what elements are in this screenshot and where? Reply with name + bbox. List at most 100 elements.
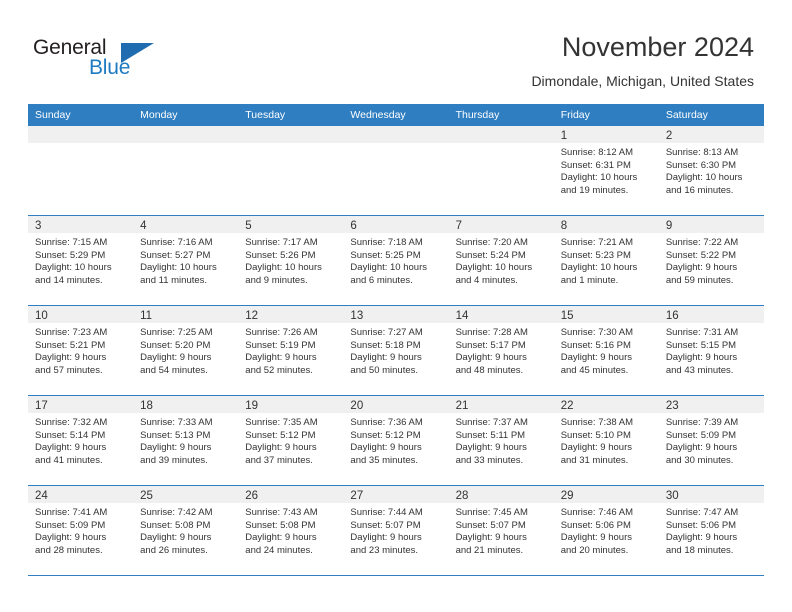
daylight-line-2: and 11 minutes. <box>140 274 208 286</box>
day-cell[interactable]: 1 Sunrise: 8:12 AM Sunset: 6:31 PM Daylight… <box>553 126 659 215</box>
sunset-line: Sunset: 5:17 PM <box>455 339 526 351</box>
day-cell-empty <box>238 126 344 215</box>
day-info: Sunrise: 7:33 AM Sunset: 5:13 PM Daylight:… <box>133 413 238 467</box>
day-cell[interactable]: 24 Sunrise: 7:41 AM Sunset: 5:09 PM Dayligh… <box>28 486 134 575</box>
day-number-band <box>133 126 239 143</box>
day-cell[interactable]: 16 Sunrise: 7:31 AM Sunset: 5:15 PM Dayligh… <box>658 306 764 395</box>
weekday-header-wednesday: Wednesday <box>350 109 406 121</box>
daylight-line-1: Daylight: 9 hours <box>455 532 527 544</box>
day-number-band: 7 <box>448 216 554 233</box>
day-cell[interactable]: 22 Sunrise: 7:38 AM Sunset: 5:10 PM Dayligh… <box>553 396 659 485</box>
daylight-line-2: and 41 minutes. <box>35 454 103 466</box>
day-number-band: 9 <box>658 216 764 233</box>
day-number-band: 1 <box>553 126 659 143</box>
day-cell[interactable]: 25 Sunrise: 7:42 AM Sunset: 5:08 PM Dayligh… <box>133 486 239 575</box>
day-cell[interactable]: 20 Sunrise: 7:36 AM Sunset: 5:12 PM Dayligh… <box>343 396 449 485</box>
day-info: Sunrise: 7:45 AM Sunset: 5:07 PM Daylight:… <box>449 503 554 557</box>
day-cell[interactable]: 28 Sunrise: 7:45 AM Sunset: 5:07 PM Dayligh… <box>448 486 554 575</box>
sunset-line: Sunset: 5:12 PM <box>350 429 421 441</box>
sunset-line: Sunset: 6:30 PM <box>665 159 737 171</box>
day-number-band: 2 <box>658 126 764 143</box>
day-cell[interactable]: 15 Sunrise: 7:30 AM Sunset: 5:16 PM Dayligh… <box>553 306 659 395</box>
day-number: 11 <box>140 310 153 322</box>
day-cell[interactable]: 27 Sunrise: 7:44 AM Sunset: 5:07 PM Dayligh… <box>343 486 449 575</box>
day-number: 27 <box>350 490 364 502</box>
day-number-band: 30 <box>658 486 764 503</box>
day-number: 22 <box>560 400 574 412</box>
page-header: General Blue November 2024 Dimondale, Mi… <box>0 0 792 104</box>
sunset-line: Sunset: 5:23 PM <box>560 249 631 261</box>
daylight-line-2: and 37 minutes. <box>245 454 313 466</box>
daylight-line-1: Daylight: 10 hours <box>140 262 217 274</box>
daylight-line-2: and 4 minutes. <box>455 274 518 286</box>
day-number-band: 6 <box>343 216 449 233</box>
daylight-line-2: and 48 minutes. <box>455 364 524 376</box>
calendar-page: General Blue November 2024 Dimondale, Mi… <box>0 0 792 612</box>
sunset-line: Sunset: 5:09 PM <box>665 429 737 441</box>
day-cell[interactable]: 19 Sunrise: 7:35 AM Sunset: 5:12 PM Dayligh… <box>238 396 344 485</box>
sunrise-line: Sunrise: 7:27 AM <box>350 327 423 338</box>
day-info: Sunrise: 7:28 AM Sunset: 5:17 PM Daylight:… <box>449 323 554 377</box>
day-number-band: 22 <box>553 396 659 413</box>
day-cell[interactable]: 17 Sunrise: 7:32 AM Sunset: 5:14 PM Dayligh… <box>28 396 134 485</box>
day-cell[interactable]: 26 Sunrise: 7:43 AM Sunset: 5:08 PM Dayligh… <box>238 486 344 575</box>
day-info: Sunrise: 7:30 AM Sunset: 5:16 PM Daylight:… <box>554 323 659 377</box>
day-cell[interactable]: 2 Sunrise: 8:13 AM Sunset: 6:30 PM Daylight… <box>658 126 764 215</box>
day-cell[interactable]: 9 Sunrise: 7:22 AM Sunset: 5:22 PM Daylight… <box>658 216 764 305</box>
daylight-line-1: Daylight: 10 hours <box>560 172 638 184</box>
sunrise-line: Sunrise: 7:47 AM <box>665 507 739 518</box>
day-cell[interactable]: 21 Sunrise: 7:37 AM Sunset: 5:11 PM Dayligh… <box>448 396 554 485</box>
sunrise-line: Sunrise: 7:31 AM <box>665 327 739 338</box>
day-number: 17 <box>35 400 48 412</box>
daylight-line-1: Daylight: 9 hours <box>665 352 738 364</box>
general-blue-logo[interactable]: General Blue <box>33 36 213 84</box>
sunset-line: Sunset: 5:27 PM <box>140 249 211 261</box>
day-cell[interactable]: 4 Sunrise: 7:16 AM Sunset: 5:27 PM Daylight… <box>133 216 239 305</box>
day-cell[interactable]: 12 Sunrise: 7:26 AM Sunset: 5:19 PM Dayligh… <box>238 306 344 395</box>
daylight-line-1: Daylight: 9 hours <box>665 532 738 544</box>
sunrise-line: Sunrise: 7:20 AM <box>455 237 528 248</box>
sunset-line: Sunset: 5:22 PM <box>665 249 737 261</box>
day-cell[interactable]: 8 Sunrise: 7:21 AM Sunset: 5:23 PM Daylight… <box>553 216 659 305</box>
day-cell[interactable]: 3 Sunrise: 7:15 AM Sunset: 5:29 PM Daylight… <box>28 216 134 305</box>
day-cell[interactable]: 6 Sunrise: 7:18 AM Sunset: 5:25 PM Daylight… <box>343 216 449 305</box>
day-info: Sunrise: 7:31 AM Sunset: 5:15 PM Daylight:… <box>659 323 764 377</box>
day-cell[interactable]: 5 Sunrise: 7:17 AM Sunset: 5:26 PM Daylight… <box>238 216 344 305</box>
day-number-band <box>343 126 449 143</box>
daylight-line-2: and 19 minutes. <box>560 184 629 196</box>
calendar-weeks: 1 Sunrise: 8:12 AM Sunset: 6:31 PM Daylight… <box>28 126 764 576</box>
day-number: 2 <box>665 130 673 142</box>
day-cell[interactable]: 11 Sunrise: 7:25 AM Sunset: 5:20 PM Dayligh… <box>133 306 239 395</box>
day-cell[interactable]: 14 Sunrise: 7:28 AM Sunset: 5:17 PM Dayligh… <box>448 306 554 395</box>
daylight-line-2: and 28 minutes. <box>35 544 103 556</box>
daylight-line-2: and 39 minutes. <box>140 454 208 466</box>
sunset-line: Sunset: 5:07 PM <box>350 519 421 531</box>
day-cell[interactable]: 29 Sunrise: 7:46 AM Sunset: 5:06 PM Dayligh… <box>553 486 659 575</box>
day-cell[interactable]: 7 Sunrise: 7:20 AM Sunset: 5:24 PM Daylight… <box>448 216 554 305</box>
day-number-band: 15 <box>553 306 659 323</box>
daylight-line-1: Daylight: 9 hours <box>455 442 527 454</box>
day-info: Sunrise: 7:46 AM Sunset: 5:06 PM Daylight:… <box>554 503 659 557</box>
sunset-line: Sunset: 5:25 PM <box>350 249 421 261</box>
day-cell[interactable]: 23 Sunrise: 7:39 AM Sunset: 5:09 PM Dayligh… <box>658 396 764 485</box>
day-number: 14 <box>455 310 469 322</box>
day-cell[interactable]: 13 Sunrise: 7:27 AM Sunset: 5:18 PM Dayligh… <box>343 306 449 395</box>
week-row: 10 Sunrise: 7:23 AM Sunset: 5:21 PM Dayligh… <box>28 306 764 396</box>
day-number: 18 <box>140 400 153 412</box>
sunrise-line: Sunrise: 7:17 AM <box>245 237 318 248</box>
daylight-line-1: Daylight: 9 hours <box>245 352 317 364</box>
sunrise-line: Sunrise: 7:38 AM <box>560 417 634 428</box>
sunset-line: Sunset: 5:19 PM <box>245 339 316 351</box>
week-row: 24 Sunrise: 7:41 AM Sunset: 5:09 PM Dayligh… <box>28 486 764 576</box>
daylight-line-1: Daylight: 10 hours <box>455 262 533 274</box>
day-cell[interactable]: 30 Sunrise: 7:47 AM Sunset: 5:06 PM Dayligh… <box>658 486 764 575</box>
day-number-band: 19 <box>238 396 344 413</box>
day-number: 12 <box>245 310 259 322</box>
daylight-line-1: Daylight: 9 hours <box>35 442 107 454</box>
sunrise-line: Sunrise: 7:21 AM <box>560 237 634 248</box>
day-cell[interactable]: 10 Sunrise: 7:23 AM Sunset: 5:21 PM Dayligh… <box>28 306 134 395</box>
day-cell[interactable]: 18 Sunrise: 7:33 AM Sunset: 5:13 PM Dayligh… <box>133 396 239 485</box>
sunrise-line: Sunrise: 7:35 AM <box>245 417 318 428</box>
sunrise-line: Sunrise: 7:22 AM <box>665 237 739 248</box>
day-number-band: 20 <box>343 396 449 413</box>
